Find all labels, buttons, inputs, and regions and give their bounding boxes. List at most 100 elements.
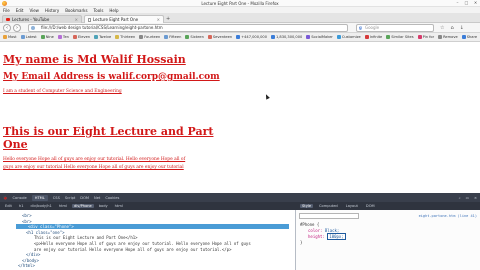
bookmark-item[interactable]: Remove — [438, 35, 458, 39]
bookmark-item[interactable]: Similar Sites — [386, 35, 414, 39]
new-tab-icon[interactable]: + — [166, 16, 170, 22]
bookmark-label: Twelve — [99, 35, 112, 39]
markup-line[interactable]: </body> — [22, 258, 39, 263]
bookmark-item[interactable]: Latest — [20, 35, 37, 39]
bookmark-item[interactable]: Nine — [40, 35, 54, 39]
menu-view[interactable]: View — [29, 8, 39, 13]
devtools-tab-cookies[interactable]: Cookies — [105, 196, 119, 200]
css-rules-panel: eight-partone.htm (line 41) #Phone { col… — [296, 210, 480, 270]
bookmark-item[interactable]: +447,000,000 — [236, 35, 267, 39]
bookmark-label: Share — [466, 35, 478, 39]
window-title: Lecture Eight Part One - Mozilla Firefox — [201, 1, 279, 6]
menu-history[interactable]: History — [45, 8, 59, 13]
markup-line[interactable]: </html> — [18, 263, 35, 268]
breadcrumb-item[interactable]: body — [97, 204, 110, 208]
document-icon — [88, 17, 91, 22]
markup-line[interactable]: <br> — [22, 219, 32, 224]
bookmark-icon — [461, 35, 466, 39]
menu-tools[interactable]: Tools — [94, 8, 104, 13]
devtools-tab-css[interactable]: CSS — [53, 196, 60, 200]
devtools-tab-dom[interactable]: DOM — [80, 196, 89, 200]
minimize-devtools-icon[interactable]: ▭ — [466, 196, 469, 200]
bookmark-item[interactable]: Seventeen — [207, 35, 233, 39]
bookmark-label: Similar Sites — [391, 35, 414, 39]
rule-value-editing[interactable]: 100px; — [327, 233, 346, 240]
close-tab-icon[interactable]: × — [75, 17, 78, 22]
style-panel-tabs: Style Computed Layout DOM — [296, 202, 480, 210]
bookmark-item[interactable]: Fifteen — [164, 35, 181, 39]
breadcrumb-item-selected[interactable]: div/Phone — [72, 204, 94, 208]
markup-line[interactable]: </div> — [26, 252, 40, 257]
url-bar[interactable]: file:///D:/web design tutorial/CSS/Learn… — [28, 24, 348, 32]
tab-youtube[interactable]: Lectures - YouTube × — [2, 15, 82, 23]
breadcrumb-item[interactable]: div/body/h1 — [29, 204, 54, 208]
style-tab-dom[interactable]: DOM — [364, 204, 377, 208]
bookmark-item[interactable]: Twelve — [94, 35, 111, 39]
close-tab-icon[interactable]: × — [157, 17, 160, 22]
markup-line[interactable]: This is our Eight Lecture and Part One</… — [34, 235, 138, 240]
name-heading: My name is Md Walif Hossain — [3, 53, 186, 66]
edit-button[interactable]: Edit — [3, 204, 14, 208]
bookmark-item[interactable]: Pin for — [417, 35, 434, 39]
style-tab-style[interactable]: Style — [300, 204, 314, 208]
bookmark-item[interactable]: SocialMaker — [306, 35, 333, 39]
markup-line-selected[interactable]: <div class="Phone"> — [16, 224, 289, 230]
rule-property: color: — [308, 228, 323, 233]
close-devtools-icon[interactable]: × — [474, 196, 477, 200]
devtools-tab-net[interactable]: Net — [94, 196, 100, 200]
home-icon[interactable]: ⌂ — [450, 25, 453, 31]
bookmark-item[interactable]: Share — [461, 35, 478, 39]
rule-property-row[interactable]: height: 100px; — [308, 233, 346, 240]
bookmark-item[interactable]: Eleven — [72, 35, 90, 39]
bookmark-item[interactable]: 1,830,300,000 — [270, 35, 302, 39]
maximize-button[interactable]: □ — [464, 1, 469, 5]
rule-close: } — [300, 240, 303, 245]
devtools-tab-script[interactable]: Script — [65, 196, 75, 200]
bookmark-icon — [20, 35, 25, 39]
rule-source-link[interactable]: eight-partone.htm (line 41) — [419, 214, 477, 218]
forward-icon[interactable]: › — [13, 24, 21, 32]
tab-lecture[interactable]: Lecture Eight Part One × — [84, 15, 164, 23]
bookmark-label: Seventeen — [212, 35, 233, 39]
markup-line[interactable]: <p>Hello everyone Hope all of guys are e… — [34, 241, 251, 246]
search-icon[interactable]: ⌕ — [459, 196, 461, 200]
menu-help[interactable]: Help — [109, 8, 118, 13]
url-text: file:///D:/web design tutorial/CSS/Learn… — [41, 25, 163, 30]
style-filter-input[interactable] — [299, 213, 359, 219]
style-tab-layout[interactable]: Layout — [344, 204, 360, 208]
markup-line[interactable]: are enjoy our tutorial Hello everyone Ho… — [34, 247, 231, 252]
minimize-button[interactable]: – — [455, 1, 460, 5]
menu-file[interactable]: File — [3, 8, 10, 13]
devtools-tab-html[interactable]: HTML — [31, 194, 48, 201]
download-icon[interactable]: ↓ — [460, 25, 464, 31]
bookmark-icon — [207, 35, 212, 39]
rule-property: height: — [308, 234, 325, 239]
bookmark-item[interactable]: Infinite — [364, 35, 382, 39]
bookmark-icon — [386, 35, 391, 39]
html-markup-panel[interactable]: <br> <br> <div class="Phone"> <h1 class="on… — [0, 210, 296, 270]
bookmark-item[interactable]: Customize — [336, 35, 361, 39]
breadcrumb-item[interactable]: html — [113, 204, 125, 208]
bookmark-item[interactable]: Ten — [57, 35, 69, 39]
bookmark-icon — [185, 35, 190, 39]
bookmark-item[interactable]: Most — [3, 35, 17, 39]
markup-line[interactable]: <br> — [22, 213, 32, 218]
search-input[interactable]: g Google — [356, 24, 434, 32]
bookmark-item[interactable]: Fourteen — [139, 35, 160, 39]
bookmark-item[interactable]: Sixteen — [185, 35, 204, 39]
back-icon[interactable]: ‹ — [3, 24, 11, 32]
breadcrumb-item[interactable]: h1 — [17, 204, 26, 208]
devtools-tab-console[interactable]: Console — [12, 196, 26, 200]
body-text-line1: Hello everyone Hope all of guys are enjo… — [3, 157, 186, 162]
style-tab-computed[interactable]: Computed — [317, 204, 340, 208]
menu-bookmarks[interactable]: Bookmarks — [65, 8, 87, 13]
bookmark-item[interactable]: Thirteen — [115, 35, 135, 39]
bookmark-star-icon[interactable]: ☆ — [440, 25, 444, 31]
bookmark-label: Latest — [25, 35, 37, 39]
firebug-icon[interactable]: 🐞 — [3, 196, 7, 200]
close-window-button[interactable]: ✕ — [473, 1, 478, 5]
breadcrumb-item[interactable]: html — [57, 204, 69, 208]
markup-line[interactable]: <h1 class="one"> — [26, 230, 65, 235]
menu-edit[interactable]: Edit — [16, 8, 24, 13]
bookmark-icon — [364, 35, 369, 39]
